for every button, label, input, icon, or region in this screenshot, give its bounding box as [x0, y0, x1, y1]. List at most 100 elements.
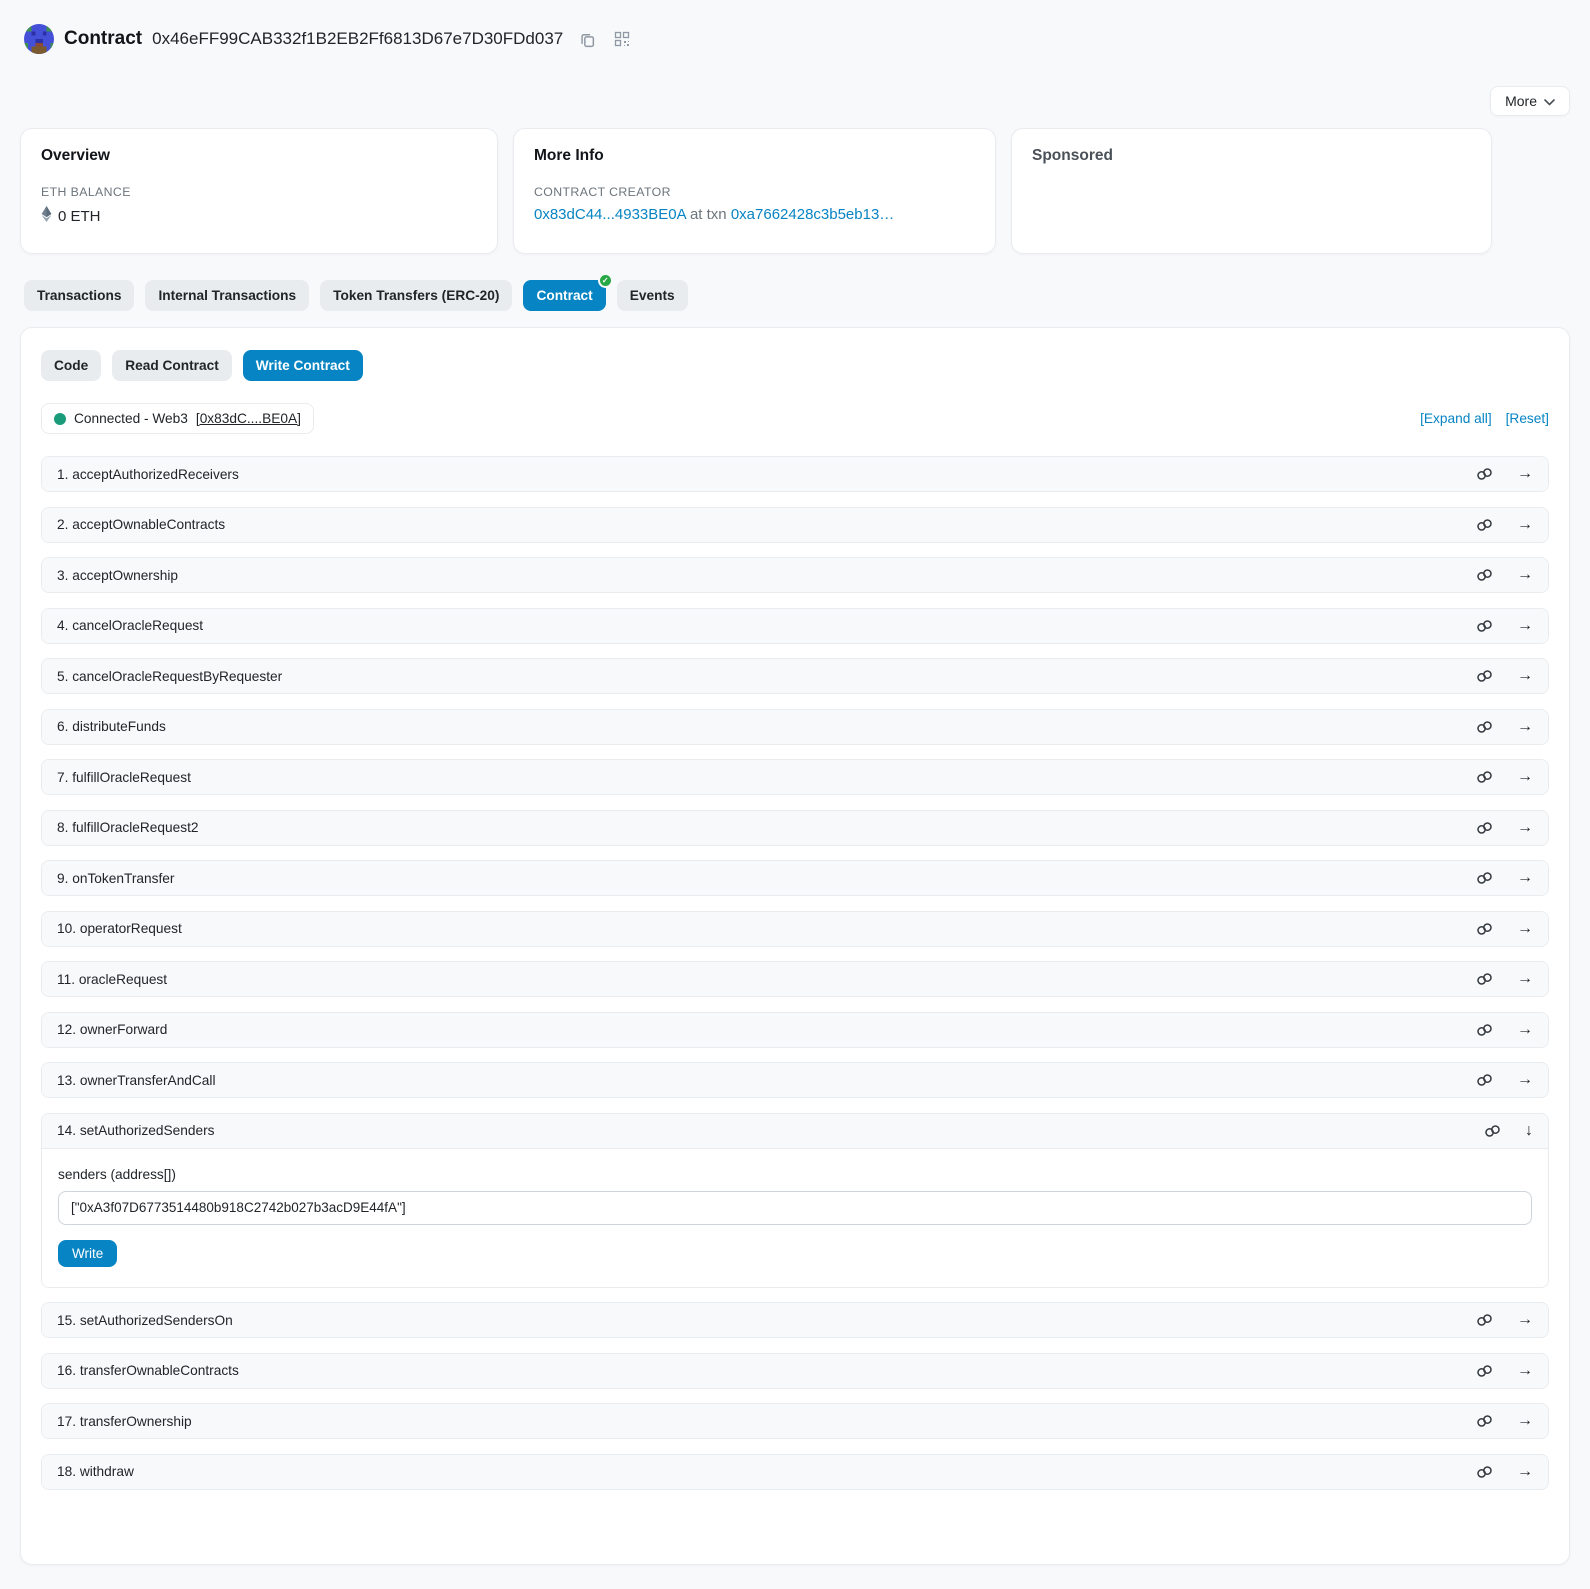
contract-creator-line: 0x83dC44...4933BE0A at txn 0xa7662428c3b… — [534, 206, 975, 223]
function-row-header[interactable]: 16. transferOwnableContracts→ — [42, 1354, 1548, 1388]
expand-arrow-icon[interactable]: → — [1517, 618, 1533, 634]
contract-panel: CodeRead ContractWrite Contract Connecte… — [20, 327, 1570, 1565]
page-header: Contract 0x46eFF99CAB332f1B2EB2Ff6813D67… — [20, 0, 1570, 72]
function-row-header[interactable]: 11. oracleRequest → — [42, 962, 1548, 996]
tab-label: Contract — [536, 288, 592, 303]
subtab-write-contract[interactable]: Write Contract — [243, 350, 363, 381]
info-cards: Overview ETH BALANCE 0 ETH More Info CON… — [20, 128, 1570, 254]
function-row-header[interactable]: 3. acceptOwnership→ — [42, 558, 1548, 592]
chevron-down-icon — [1544, 93, 1555, 109]
tab-internal-transactions[interactable]: Internal Transactions — [145, 280, 309, 311]
tab-token-transfers-erc-20[interactable]: Token Transfers (ERC-20) — [320, 280, 512, 311]
expand-arrow-icon[interactable]: → — [1517, 820, 1533, 836]
chain-link-icon[interactable] — [1476, 770, 1493, 784]
function-row-header[interactable]: 5. cancelOracleRequestByRequester→ — [42, 659, 1548, 693]
expand-arrow-icon[interactable]: → — [1517, 466, 1533, 482]
tab-label: Events — [630, 288, 675, 303]
chain-link-icon[interactable] — [1476, 1023, 1493, 1037]
chain-link-icon[interactable] — [1476, 619, 1493, 633]
chain-link-icon[interactable] — [1476, 1465, 1493, 1479]
function-row-header[interactable]: 4. cancelOracleRequest→ — [42, 609, 1548, 643]
chain-link-icon[interactable] — [1476, 518, 1493, 532]
more-button[interactable]: More — [1490, 86, 1570, 116]
function-row-acceptauthorizedreceivers: 1. acceptAuthorizedReceivers→ — [41, 456, 1549, 492]
function-label: 8. fulfillOracleRequest2 — [57, 820, 199, 835]
contract-address: 0x46eFF99CAB332f1B2EB2Ff6813D67e7D30FDd0… — [152, 29, 563, 49]
function-row-acceptownablecontracts: 2. acceptOwnableContracts → — [41, 507, 1549, 543]
copy-address-button[interactable] — [577, 29, 598, 50]
overview-card: Overview ETH BALANCE 0 ETH — [20, 128, 498, 254]
function-row-header[interactable]: 1. acceptAuthorizedReceivers→ — [42, 457, 1548, 491]
chain-link-icon[interactable] — [1476, 1073, 1493, 1087]
function-row-header[interactable]: 9. onTokenTransfer→ — [42, 861, 1548, 895]
chain-link-icon[interactable] — [1476, 568, 1493, 582]
chain-link-icon[interactable] — [1476, 871, 1493, 885]
function-row-ontokentransfer: 9. onTokenTransfer→ — [41, 860, 1549, 896]
expand-arrow-icon[interactable]: → — [1517, 567, 1533, 583]
expand-arrow-icon[interactable]: → — [1517, 870, 1533, 886]
creator-address-link[interactable]: 0x83dC44...4933BE0A — [534, 206, 686, 223]
tab-label: Internal Transactions — [158, 288, 296, 303]
chain-link-icon[interactable] — [1476, 467, 1493, 481]
expand-arrow-icon[interactable]: → — [1517, 1072, 1533, 1088]
function-row-header[interactable]: 2. acceptOwnableContracts → — [42, 508, 1548, 542]
function-label: 2. acceptOwnableContracts — [57, 517, 225, 532]
function-label: 11. oracleRequest — [57, 972, 167, 987]
qr-code-button[interactable] — [612, 29, 632, 49]
function-label: 14. setAuthorizedSenders — [57, 1123, 215, 1138]
tab-contract[interactable]: Contract✓ — [523, 280, 605, 311]
chain-link-icon[interactable] — [1476, 972, 1493, 986]
chain-link-icon[interactable] — [1476, 821, 1493, 835]
subtab-label: Code — [54, 358, 88, 373]
function-label: 13. ownerTransferAndCall — [57, 1073, 216, 1088]
param-input[interactable] — [58, 1191, 1532, 1225]
verified-check-icon: ✓ — [598, 273, 613, 288]
more-info-card: More Info CONTRACT CREATOR 0x83dC44...49… — [513, 128, 996, 254]
chain-link-icon[interactable] — [1476, 669, 1493, 683]
expand-arrow-icon[interactable]: → — [1517, 517, 1533, 533]
expand-all-link[interactable]: [Expand all] — [1420, 411, 1492, 426]
expand-arrow-icon[interactable]: → — [1517, 769, 1533, 785]
expand-arrow-icon[interactable]: → — [1517, 1312, 1533, 1328]
chain-link-icon[interactable] — [1476, 922, 1493, 936]
expand-arrow-icon[interactable]: → — [1517, 1022, 1533, 1038]
connected-wallet-link[interactable]: [0x83dC....BE0A] — [196, 411, 301, 426]
function-row-header[interactable]: 12. ownerForward→ — [42, 1013, 1548, 1047]
expand-arrow-icon[interactable]: → — [1517, 1413, 1533, 1429]
function-row-transferownership: 17. transferOwnership→ — [41, 1403, 1549, 1439]
subtab-read-contract[interactable]: Read Contract — [112, 350, 232, 381]
write-button[interactable]: Write — [58, 1240, 117, 1267]
collapse-arrow-icon[interactable]: ↓ — [1525, 1123, 1533, 1139]
more-button-label: More — [1505, 93, 1537, 109]
function-form: senders (address[])Write — [42, 1148, 1548, 1287]
tab-transactions[interactable]: Transactions — [24, 280, 134, 311]
expand-arrow-icon[interactable]: → — [1517, 971, 1533, 987]
expand-arrow-icon[interactable]: → — [1517, 921, 1533, 937]
function-row-header[interactable]: 17. transferOwnership→ — [42, 1404, 1548, 1438]
subtab-code[interactable]: Code — [41, 350, 101, 381]
function-row-header[interactable]: 15. setAuthorizedSendersOn → — [42, 1303, 1548, 1337]
more-info-title: More Info — [534, 147, 975, 165]
creator-txn-link[interactable]: 0xa7662428c3b5eb13… — [731, 206, 894, 223]
function-row-header[interactable]: 7. fulfillOracleRequest→ — [42, 760, 1548, 794]
expand-arrow-icon[interactable]: → — [1517, 668, 1533, 684]
chain-link-icon[interactable] — [1476, 1313, 1493, 1327]
expand-arrow-icon[interactable]: → — [1517, 1363, 1533, 1379]
function-row-fulfilloraclerequest: 7. fulfillOracleRequest→ — [41, 759, 1549, 795]
function-row-header[interactable]: 6. distributeFunds→ — [42, 710, 1548, 744]
expand-arrow-icon[interactable]: → — [1517, 719, 1533, 735]
function-label: 15. setAuthorizedSendersOn — [57, 1313, 233, 1328]
expand-arrow-icon[interactable]: → — [1517, 1464, 1533, 1480]
function-row-header[interactable]: 13. ownerTransferAndCall → — [42, 1063, 1548, 1097]
chain-link-icon[interactable] — [1476, 1414, 1493, 1428]
chain-link-icon[interactable] — [1484, 1124, 1501, 1138]
function-row-header[interactable]: 18. withdraw→ — [42, 1455, 1548, 1489]
reset-link[interactable]: [Reset] — [1506, 411, 1549, 426]
function-row-header[interactable]: 14. setAuthorizedSenders ↓ — [42, 1114, 1548, 1148]
tab-events[interactable]: Events — [617, 280, 688, 311]
function-row-header[interactable]: 10. operatorRequest→ — [42, 912, 1548, 946]
function-row-header[interactable]: 8. fulfillOracleRequest2 → — [42, 811, 1548, 845]
overview-title: Overview — [41, 147, 477, 165]
chain-link-icon[interactable] — [1476, 720, 1493, 734]
chain-link-icon[interactable] — [1476, 1364, 1493, 1378]
